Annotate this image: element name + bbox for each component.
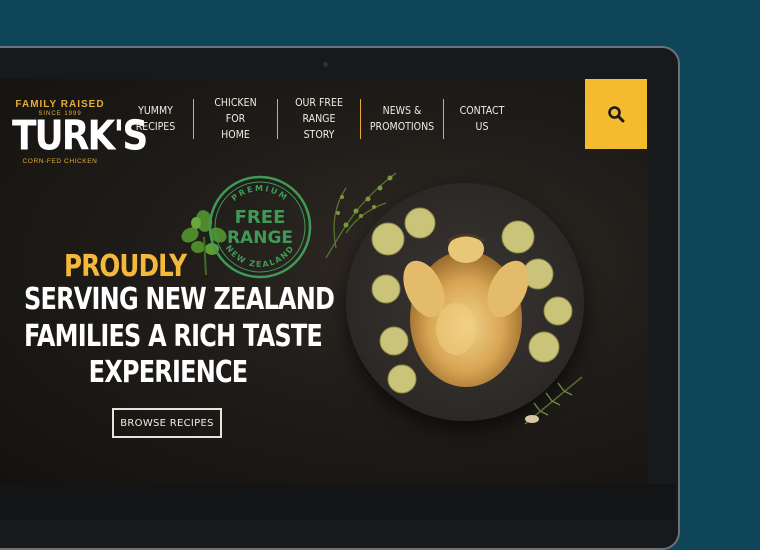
nav-label-line1: YUMMY	[138, 105, 173, 117]
nav-label-line2: RANGE STORY	[302, 113, 336, 141]
nav-label-line2: HOME	[221, 129, 250, 141]
stamp-line2: RANGE	[227, 228, 293, 248]
website-screen: FAMILY RAISED SINCE 1999 TURK'S CORN-FED…	[0, 79, 648, 484]
nav-label-line2: RECIPES	[135, 121, 176, 133]
camera-dot	[323, 62, 328, 67]
hero-headline-line3: EXPERIENCE	[88, 355, 249, 390]
search-button[interactable]	[585, 79, 647, 149]
nav-item-contact-us[interactable]: CONTACT US	[444, 99, 520, 139]
nav-label-line1: CONTACT US	[459, 105, 505, 133]
browse-recipes-button[interactable]: BROWSE RECIPES	[112, 408, 222, 438]
hero-accent-word: PROUDLY	[64, 249, 187, 284]
brand-logo[interactable]: FAMILY RAISED SINCE 1999 TURK'S CORN-FED…	[12, 99, 148, 175]
hero-headline-line2: FAMILIES A RICH TASTE	[24, 319, 323, 354]
search-icon	[608, 106, 625, 123]
stamp-line1: FREE	[235, 207, 286, 228]
rosemary-decoration	[524, 376, 583, 425]
main-navigation: YUMMY RECIPES CHICKEN FOR HOME OUR FREE RAN…	[118, 97, 520, 141]
logo-tagline-top: FAMILY RAISED	[15, 99, 105, 110]
logo-wordmark: TURK'S	[12, 112, 148, 160]
free-range-stamp: PREMIUM NEW ZEALAND FREE RANGE	[206, 173, 314, 281]
nav-item-free-range-story[interactable]: OUR FREE RANGE STORY	[278, 97, 361, 141]
nav-item-news-promotions[interactable]: NEWS & PROMOTIONS	[361, 99, 444, 139]
nav-item-chicken-for-home[interactable]: CHICKEN FOR HOME	[194, 97, 278, 141]
nav-label-line1: OUR FREE	[295, 97, 343, 109]
nav-label-line1: NEWS &	[382, 105, 422, 117]
nav-item-yummy-recipes[interactable]: YUMMY RECIPES	[118, 99, 194, 139]
roast-chicken-image	[403, 233, 529, 387]
hero-headline-line1: SERVING NEW ZEALAND	[24, 282, 335, 317]
nav-label-line1: CHICKEN FOR	[214, 97, 257, 125]
nav-label-line2: PROMOTIONS	[369, 121, 435, 133]
laptop-bottom-bezel	[0, 484, 676, 520]
